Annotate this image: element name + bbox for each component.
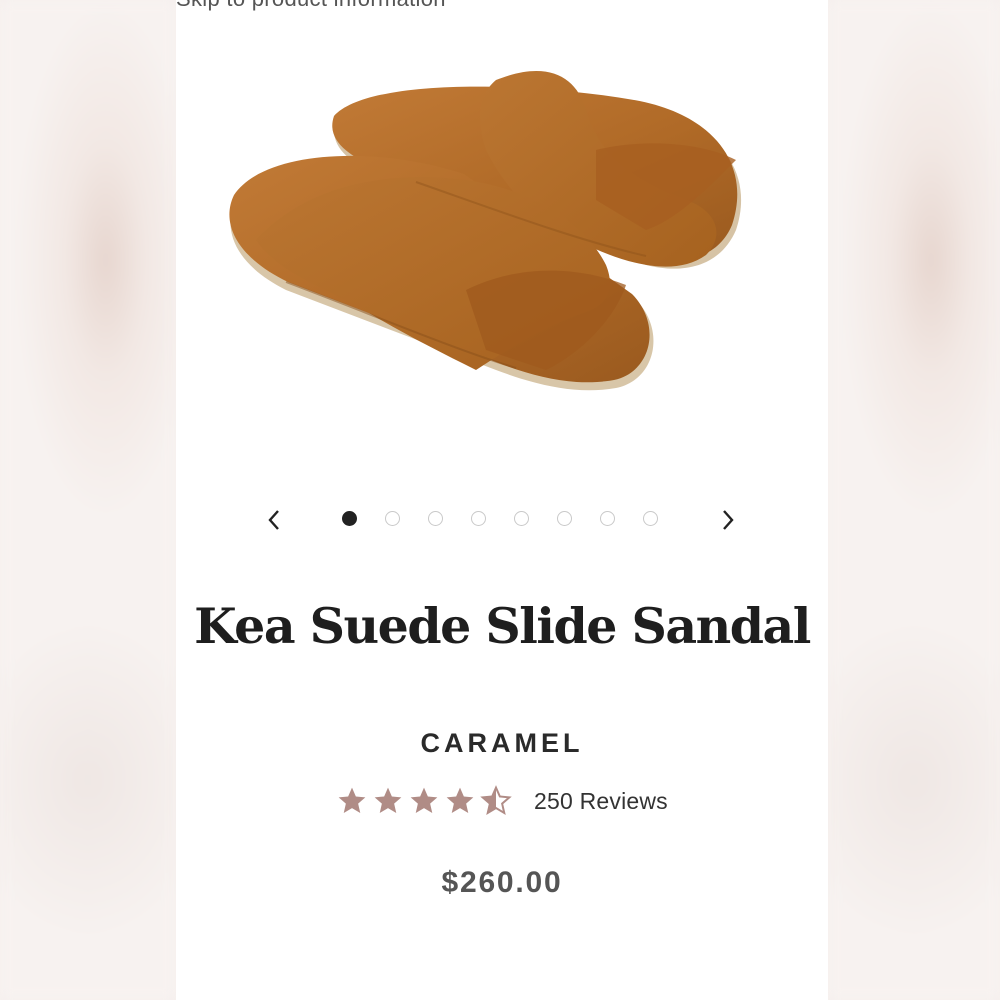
star-full-icon — [446, 787, 474, 813]
product-price: $260.00 — [441, 866, 563, 899]
star-full-icon — [410, 787, 438, 813]
chevron-right-icon — [723, 510, 734, 530]
skip-to-product-link[interactable]: Skip to product information — [176, 0, 446, 12]
blurred-backdrop-right — [828, 0, 1000, 1000]
carousel-dot-1[interactable] — [342, 511, 357, 526]
product-color: CARAMEL — [420, 728, 584, 758]
carousel-dot-8[interactable] — [643, 511, 658, 526]
image-carousel-controls — [176, 500, 828, 540]
star-half-icon — [480, 785, 512, 816]
product-image — [229, 71, 742, 391]
product-page: Skip to product information — [176, 0, 828, 1000]
carousel-dot-5[interactable] — [514, 511, 529, 526]
carousel-prev-button[interactable] — [254, 500, 294, 540]
carousel-next-button[interactable] — [708, 500, 748, 540]
star-full-icon — [374, 787, 402, 813]
product-rating[interactable]: 250 Reviews — [336, 781, 668, 821]
product-title: Kea Suede Slide Sandal — [194, 597, 811, 655]
review-count-link[interactable]: 250 Reviews — [534, 788, 668, 815]
star-full-icon — [338, 787, 366, 813]
carousel-dot-2[interactable] — [385, 511, 400, 526]
carousel-dot-4[interactable] — [471, 511, 486, 526]
carousel-dot-6[interactable] — [557, 511, 572, 526]
chevron-left-icon — [268, 510, 279, 530]
carousel-dot-7[interactable] — [600, 511, 615, 526]
carousel-dot-3[interactable] — [428, 511, 443, 526]
blurred-backdrop-left — [0, 0, 176, 1000]
rating-stars — [336, 785, 516, 817]
